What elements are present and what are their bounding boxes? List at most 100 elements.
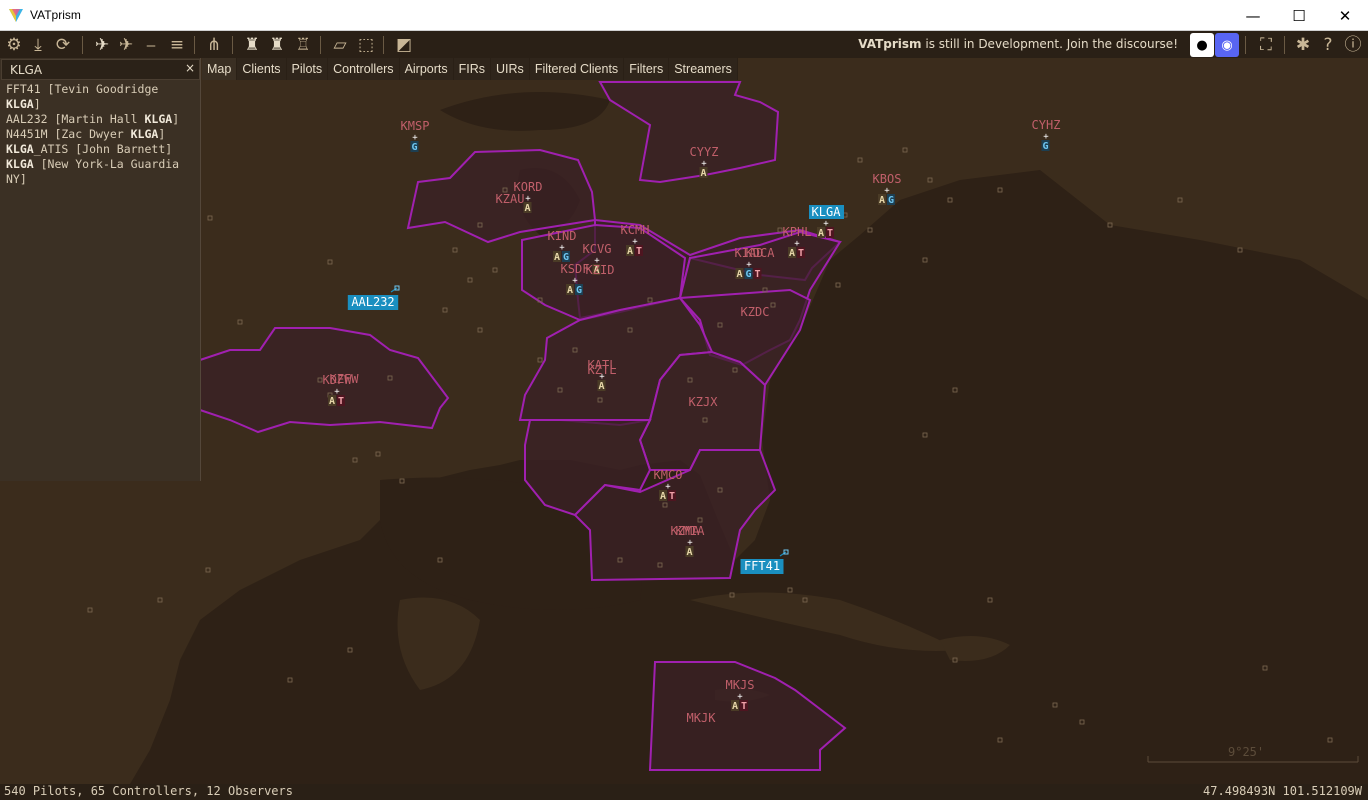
controller-badge-g[interactable]: G (410, 141, 419, 153)
airplane-label-icon[interactable]: ✈ (114, 33, 138, 57)
menu-uirs[interactable]: UIRs (491, 58, 529, 80)
airport-label: CYHZ (1032, 118, 1061, 132)
map-canvas[interactable]: 9°25' KMSP + G CYYZ + A CYHZ + G KBOS + A G KORD + A KZA… (0, 58, 1368, 784)
menu-airports[interactable]: Airports (399, 58, 453, 80)
controller-badge-g[interactable]: G (575, 284, 583, 296)
search-result-item[interactable]: KLGA_ATIS [John Barnett] (6, 142, 196, 157)
controller-badge-a[interactable]: A (659, 490, 667, 502)
controller-badge-letter: A (660, 491, 666, 502)
menu-filters[interactable]: Filters (624, 58, 669, 80)
airport-kztl[interactable]: KZTL (588, 363, 617, 377)
window-title: VATprism (30, 8, 81, 22)
airport-label: MKJK (687, 711, 717, 725)
runway-icon[interactable]: ⎯ (139, 33, 163, 57)
controller-badge-a[interactable]: A (788, 247, 796, 259)
airport-mkjk[interactable]: MKJK (687, 711, 717, 725)
refresh-icon[interactable]: ⟳ (51, 33, 75, 57)
controller-badge-letter: A (736, 269, 742, 280)
menu-filtered-clients[interactable]: Filtered Clients (529, 58, 624, 80)
settings-gear-icon[interactable]: ⚙ (2, 33, 26, 57)
airport-kzma[interactable]: KZMA (671, 524, 701, 538)
minimize-button[interactable]: — (1230, 0, 1276, 31)
controller-badge-t[interactable]: T (337, 395, 345, 407)
map-svg[interactable]: 9°25' KMSP+G CYYZ+ACYHZ+GKBOS+A GKORD+AKZA… (0, 58, 1368, 784)
help-icon[interactable]: ? (1316, 33, 1340, 57)
search-result-item[interactable]: AAL232 [Martin Hall KLGA] (6, 112, 196, 127)
airport-label: KIND (548, 229, 577, 243)
dev-brand: VATprism (858, 37, 922, 51)
controller-badge-letter: A (598, 381, 604, 392)
github-icon[interactable]: ● (1190, 33, 1214, 57)
controller-badge-t[interactable]: T (797, 247, 805, 259)
controller-badge-letter: A (686, 547, 692, 558)
controller-badge-t[interactable]: T (753, 268, 762, 280)
download-icon[interactable]: ⤓ (26, 33, 50, 57)
controller-badge-a[interactable]: A (735, 268, 744, 280)
controller-badge-t[interactable]: T (740, 700, 748, 712)
controller-badge-letter: T (669, 491, 675, 502)
fullscreen-icon[interactable]: ⛶ (1254, 33, 1278, 57)
controller-badge-a[interactable]: A (699, 167, 708, 179)
airport-kzdc[interactable]: KZDC (741, 305, 770, 319)
controller-badge-a[interactable]: A (523, 202, 532, 214)
map-icon[interactable]: ◩ (392, 33, 416, 57)
discord-icon[interactable]: ◉ (1215, 33, 1239, 57)
maximize-button[interactable]: ☐ (1276, 0, 1322, 31)
tower-outline-icon[interactable]: ♖ (291, 33, 315, 57)
menu-map[interactable]: Map (202, 58, 237, 80)
menu-streamers[interactable]: Streamers (669, 58, 737, 80)
search-input[interactable] (2, 60, 182, 79)
menu-firs[interactable]: FIRs (453, 58, 491, 80)
controller-badge-letter: G (888, 195, 894, 206)
search-panel: × FFT41 [Tevin Goodridge KLGA]AAL232 [Ma… (0, 58, 201, 481)
controller-badge-a[interactable]: A (566, 284, 574, 296)
controller-badge-g[interactable]: G (744, 268, 753, 280)
controller-badge-a[interactable]: A (878, 194, 886, 206)
search-clear-icon[interactable]: × (183, 61, 197, 77)
search-result-text: ] (33, 97, 41, 111)
menu-controllers[interactable]: Controllers (328, 58, 399, 80)
controller-badge-a[interactable]: A (817, 227, 825, 239)
menu-clients[interactable]: Clients (237, 58, 286, 80)
search-result-match: KLGA (130, 127, 159, 141)
uir-outline-icon[interactable]: ⬚ (354, 33, 378, 57)
controller-badge-a[interactable]: A (626, 245, 634, 257)
toolbar-separator (1284, 36, 1285, 54)
airport-kzjx[interactable]: KZJX (689, 395, 719, 409)
close-button[interactable]: ✕ (1322, 0, 1368, 31)
menu-pilots[interactable]: Pilots (286, 58, 328, 80)
search-result-item[interactable]: N4451M [Zac Dwyer KLGA] (6, 127, 196, 142)
bug-icon[interactable]: ✱ (1291, 33, 1315, 57)
airport-kdca[interactable]: KDCA (746, 246, 776, 260)
controller-badge-t[interactable]: T (635, 245, 643, 257)
airport-kzau[interactable]: KZAU (496, 192, 525, 206)
controller-badge-g[interactable]: G (887, 194, 895, 206)
filter-icon[interactable]: ≡ (165, 33, 189, 57)
search-result-match: KLGA (6, 157, 34, 171)
controller-badge-letter: A (329, 396, 335, 407)
fir-outline-icon[interactable]: ▱ (328, 33, 352, 57)
controller-badge-a[interactable]: A (685, 546, 694, 558)
info-icon[interactable]: ⓘ (1341, 33, 1365, 57)
controller-badge-g[interactable]: G (1041, 140, 1050, 152)
controller-badge-a[interactable]: A (597, 380, 606, 392)
airport-kzid[interactable]: KZID (586, 263, 615, 277)
airport-label: KPHL (783, 225, 812, 239)
controller-badge-letter: A (524, 203, 530, 214)
share-icon[interactable]: ⋔ (202, 33, 226, 57)
controller-badge-a[interactable]: A (328, 395, 336, 407)
controller-badge-t[interactable]: T (668, 490, 676, 502)
airport-kzfw[interactable]: KZFW (330, 372, 360, 386)
toolbar-separator (194, 36, 195, 54)
controller-badge-letter: T (636, 246, 642, 257)
search-results: FFT41 [Tevin Goodridge KLGA] AAL232 [Mart… (6, 82, 196, 187)
airplane-icon[interactable]: ✈ (90, 33, 114, 57)
tower-icon[interactable]: ♜ (240, 33, 264, 57)
controller-badge-a[interactable]: A (731, 700, 739, 712)
search-result-item[interactable]: FFT41 [Tevin Goodridge KLGA] (6, 82, 196, 112)
controller-badge-t[interactable]: T (826, 227, 834, 239)
map-scale-label: 9°25' (1228, 745, 1264, 759)
search-result-item[interactable]: KLGA [New York-La Guardia NY] (6, 157, 196, 187)
tower-label-icon[interactable]: ♜ (265, 33, 289, 57)
search-result-text: ] (172, 112, 180, 126)
